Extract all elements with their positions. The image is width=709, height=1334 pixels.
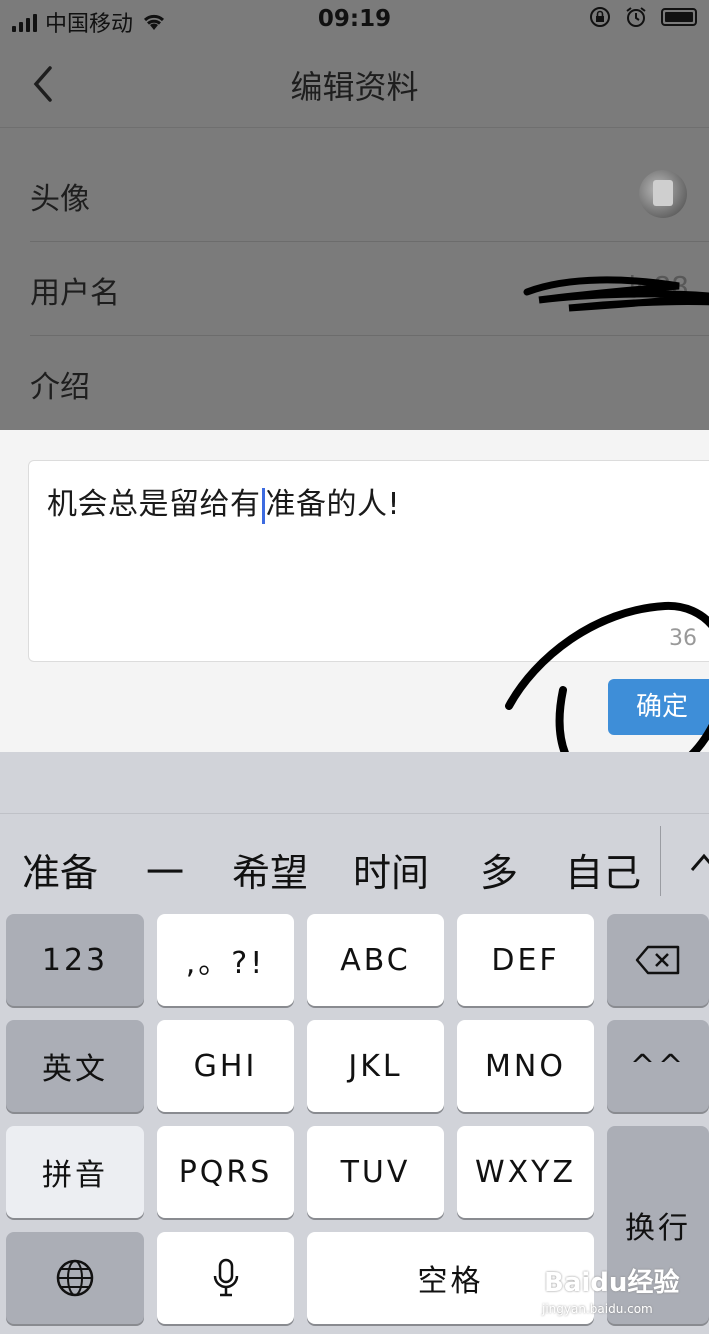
avatar-label: 头像	[30, 182, 90, 217]
page-title: 编辑资料	[290, 68, 419, 106]
rotation-lock-icon	[590, 7, 610, 27]
key-emoji[interactable]: ^^	[607, 1020, 709, 1112]
candidate-divider	[660, 826, 661, 896]
key-punctuation[interactable]: ,。?!	[157, 914, 294, 1006]
redaction-scribble	[523, 276, 709, 312]
key-def[interactable]: DEF	[457, 914, 594, 1006]
backspace-icon	[635, 945, 680, 975]
profile-form: 头像 用户名 ...ie88 介绍	[0, 148, 709, 430]
nav-bar: 编辑资料	[0, 40, 709, 128]
globe-icon	[56, 1259, 94, 1297]
status-bar: 中国移动 09:19	[0, 0, 709, 40]
dimmed-page: 中国移动 09:19 编辑资料 头像 用户名 ...ie88 介绍	[0, 0, 709, 430]
status-right	[589, 6, 697, 28]
key-microphone[interactable]	[157, 1232, 294, 1324]
username-label: 用户名	[30, 276, 120, 311]
candidate-item[interactable]: 一	[146, 842, 184, 897]
intro-label: 介绍	[30, 370, 90, 405]
candidate-item[interactable]: 希望	[232, 842, 308, 897]
key-pinyin[interactable]: 拼音	[6, 1126, 144, 1218]
candidate-item[interactable]: 准备	[22, 842, 98, 897]
candidate-item[interactable]: 自己	[565, 842, 641, 897]
watermark-url: jingyan.baidu.com	[542, 1302, 653, 1316]
battery-icon	[661, 8, 697, 26]
key-mno[interactable]: MNO	[457, 1020, 594, 1112]
key-pqrs[interactable]: PQRS	[157, 1126, 294, 1218]
avatar	[639, 170, 687, 218]
intro-row[interactable]: 介绍	[30, 336, 709, 430]
intro-text: 机会总是留给有 准备的人!	[47, 479, 400, 524]
baidu-jingyan-watermark: Baidu经验 jingyan.baidu.com	[540, 1252, 709, 1326]
text-before-caret: 机会总是留给有	[47, 487, 261, 522]
text-after-caret: 准备的人!	[265, 487, 401, 522]
candidate-bar: 准备 一 希望 时间 多 自己	[0, 814, 709, 912]
username-row[interactable]: 用户名 ...ie88	[30, 242, 709, 336]
expand-candidates-icon[interactable]	[688, 848, 709, 878]
candidate-item[interactable]: 时间	[353, 842, 429, 897]
text-caret	[261, 487, 265, 524]
key-english[interactable]: 英文	[6, 1020, 144, 1112]
key-abc[interactable]: ABC	[307, 914, 444, 1006]
keyboard-top-bar	[0, 752, 709, 814]
microphone-icon	[213, 1258, 238, 1297]
key-jkl[interactable]: JKL	[307, 1020, 444, 1112]
key-123[interactable]: 123	[6, 914, 144, 1006]
key-ghi[interactable]: GHI	[157, 1020, 294, 1112]
candidate-item[interactable]: 多	[480, 842, 518, 897]
key-tuv[interactable]: TUV	[307, 1126, 444, 1218]
avatar-row[interactable]: 头像	[30, 148, 709, 242]
key-delete[interactable]	[607, 914, 709, 1006]
key-globe[interactable]	[6, 1232, 144, 1324]
alarm-icon	[626, 7, 646, 27]
key-wxyz[interactable]: WXYZ	[457, 1126, 594, 1218]
watermark-brand: Baidu经验	[544, 1268, 680, 1298]
ime-keyboard: 准备 一 希望 时间 多 自己 123 ,。?! ABC DEF 英文 GHI …	[0, 752, 709, 1334]
